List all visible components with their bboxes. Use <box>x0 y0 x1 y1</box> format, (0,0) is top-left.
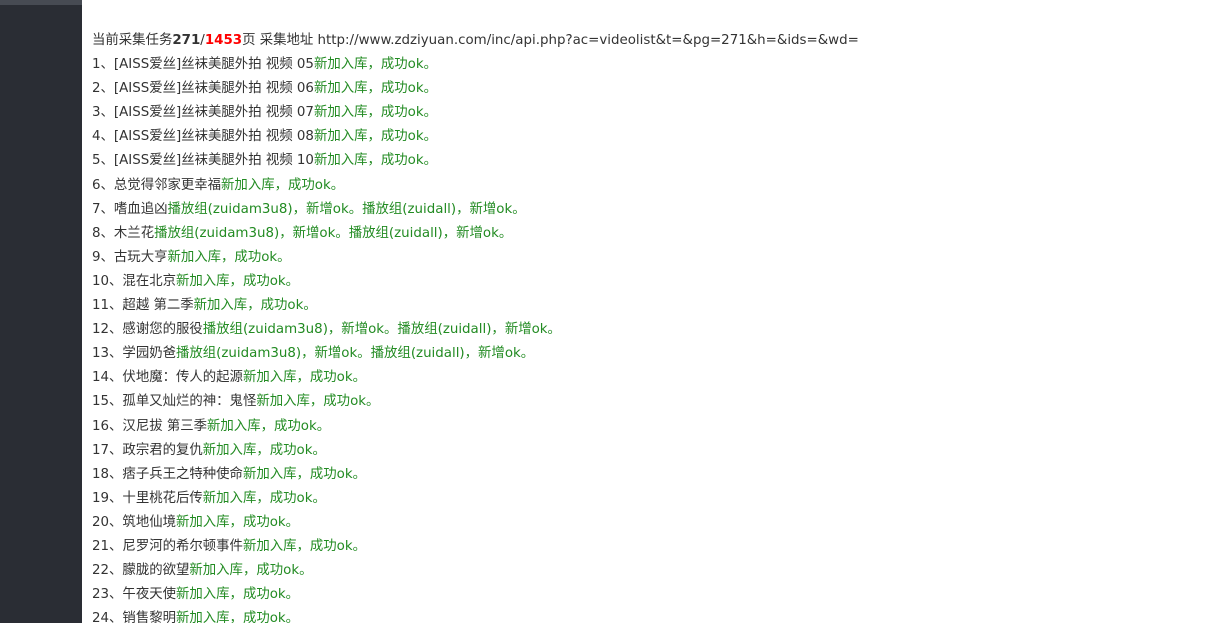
log-item: 7、嗜血追凶播放组(zuidam3u8)，新增ok。播放组(zuidall)，新… <box>92 198 1213 222</box>
log-item-status: 播放组(zuidam3u8)，新增ok。播放组(zuidall)，新增ok。 <box>154 225 513 241</box>
log-item-status: 新加入库，成功ok。 <box>193 298 317 314</box>
log-item-title: 22、朦胧的欲望 <box>92 563 190 579</box>
log-item-status: 新加入库，成功ok。 <box>313 129 438 145</box>
log-item-title: 19、十里桃花后传 <box>92 490 203 506</box>
collection-page: 当前采集任务271/1453页 采集地址 http://www.zdziyuan… <box>0 0 1213 623</box>
log-item-title: 17、政宗君的复仇 <box>92 442 203 458</box>
log-item-status: 新加入库，成功ok。 <box>221 177 345 193</box>
status-prefix: 当前采集任务 <box>92 33 173 48</box>
log-item-status: 新加入库，成功ok。 <box>242 466 367 482</box>
log-item-title: 4、[AISS爱丝]丝袜美腿外拍 视频 08 <box>92 129 314 145</box>
log-item: 9、古玩大亨新加入库，成功ok。 <box>92 246 1213 270</box>
log-item: 4、[AISS爱丝]丝袜美腿外拍 视频 08新加入库，成功ok。 <box>92 125 1213 149</box>
log-item-status: 新加入库，成功ok。 <box>176 587 300 603</box>
log-item: 3、[AISS爱丝]丝袜美腿外拍 视频 07新加入库，成功ok。 <box>92 101 1213 125</box>
log-item-status: 新加入库，成功ok。 <box>313 105 438 121</box>
log-item: 10、混在北京新加入库，成功ok。 <box>92 270 1213 294</box>
total-page-count: 1453 <box>204 33 243 48</box>
log-item-title: 16、汉尼拔 第三季 <box>92 418 208 434</box>
log-item-status: 新加入库，成功ok。 <box>202 490 326 506</box>
log-item-status: 新加入库，成功ok。 <box>313 57 438 73</box>
log-item: 15、孤单又灿烂的神：鬼怪新加入库，成功ok。 <box>92 390 1213 414</box>
log-item: 8、木兰花播放组(zuidam3u8)，新增ok。播放组(zuidall)，新增… <box>92 222 1213 246</box>
log-item-title: 11、超越 第二季 <box>92 298 194 314</box>
log-item-status: 新加入库，成功ok。 <box>313 81 438 97</box>
log-item-status: 新加入库，成功ok。 <box>207 418 331 434</box>
collection-url-text: 页 采集地址 http://www.zdziyuan.com/inc/api.p… <box>242 33 859 48</box>
log-item-title: 12、感谢您的服役 <box>92 322 203 338</box>
log-list: 1、[AISS爱丝]丝袜美腿外拍 视频 05新加入库，成功ok。 2、[AISS爱… <box>92 53 1213 623</box>
log-item: 18、痞子兵王之特种使命新加入库，成功ok。 <box>92 463 1213 487</box>
log-item-title: 24、销售黎明 <box>92 611 176 623</box>
log-item: 14、伏地魔：传人的起源新加入库，成功ok。 <box>92 366 1213 390</box>
log-item-status: 新加入库，成功ok。 <box>202 442 326 458</box>
log-item-status: 新加入库，成功ok。 <box>176 273 300 289</box>
log-item: 24、销售黎明新加入库，成功ok。 <box>92 607 1213 623</box>
log-item: 6、总觉得邻家更幸福新加入库，成功ok。 <box>92 174 1213 198</box>
log-item-title: 9、古玩大亨 <box>92 249 168 265</box>
log-item-title: 15、孤单又灿烂的神：鬼怪 <box>92 394 257 410</box>
log-item: 2、[AISS爱丝]丝袜美腿外拍 视频 06新加入库，成功ok。 <box>92 77 1213 101</box>
log-item: 23、午夜天使新加入库，成功ok。 <box>92 583 1213 607</box>
log-item-status: 新加入库，成功ok。 <box>167 249 291 265</box>
log-item-status: 新加入库，成功ok。 <box>256 394 380 410</box>
log-item-title: 8、木兰花 <box>92 225 155 241</box>
log-item-status: 播放组(zuidam3u8)，新增ok。播放组(zuidall)，新增ok。 <box>202 322 561 338</box>
log-item-status: 播放组(zuidam3u8)，新增ok。播放组(zuidall)，新增ok。 <box>167 201 526 217</box>
sidebar-top-strip <box>0 0 82 5</box>
log-item: 11、超越 第二季新加入库，成功ok。 <box>92 294 1213 318</box>
log-item: 13、学园奶爸播放组(zuidam3u8)，新增ok。播放组(zuidall)，… <box>92 342 1213 366</box>
log-item-status: 新加入库，成功ok。 <box>176 514 300 530</box>
log-item: 20、筑地仙境新加入库，成功ok。 <box>92 511 1213 535</box>
log-item: 1、[AISS爱丝]丝袜美腿外拍 视频 05新加入库，成功ok。 <box>92 53 1213 77</box>
log-item-title: 7、嗜血追凶 <box>92 201 168 217</box>
log-item-status: 新加入库，成功ok。 <box>189 563 313 579</box>
collection-status-line: 当前采集任务271/1453页 采集地址 http://www.zdziyuan… <box>92 29 1213 53</box>
log-item-title: 2、[AISS爱丝]丝袜美腿外拍 视频 06 <box>92 81 314 97</box>
log-item-title: 6、总觉得邻家更幸福 <box>92 177 222 193</box>
log-item-title: 14、伏地魔：传人的起源 <box>92 370 243 386</box>
log-item: 16、汉尼拔 第三季新加入库，成功ok。 <box>92 415 1213 439</box>
log-item: 19、十里桃花后传新加入库，成功ok。 <box>92 487 1213 511</box>
log-item-status: 新加入库，成功ok。 <box>176 611 300 623</box>
log-item-title: 3、[AISS爱丝]丝袜美腿外拍 视频 07 <box>92 105 314 121</box>
log-item-status: 新加入库，成功ok。 <box>242 370 367 386</box>
log-item-title: 5、[AISS爱丝]丝袜美腿外拍 视频 10 <box>92 153 314 169</box>
log-item: 12、感谢您的服役播放组(zuidam3u8)，新增ok。播放组(zuidall… <box>92 318 1213 342</box>
log-item: 22、朦胧的欲望新加入库，成功ok。 <box>92 559 1213 583</box>
log-item-title: 20、筑地仙境 <box>92 514 176 530</box>
log-item-title: 23、午夜天使 <box>92 587 176 603</box>
collection-log: 当前采集任务271/1453页 采集地址 http://www.zdziyuan… <box>92 29 1213 623</box>
log-item-title: 21、尼罗河的希尔顿事件 <box>92 538 243 554</box>
current-page-number: 271 <box>172 33 201 48</box>
log-item: 21、尼罗河的希尔顿事件新加入库，成功ok。 <box>92 535 1213 559</box>
log-item-title: 1、[AISS爱丝]丝袜美腿外拍 视频 05 <box>92 57 314 73</box>
log-item-title: 18、痞子兵王之特种使命 <box>92 466 243 482</box>
left-sidebar <box>0 0 82 623</box>
log-item-status: 播放组(zuidam3u8)，新增ok。播放组(zuidall)，新增ok。 <box>176 346 535 362</box>
log-item: 5、[AISS爱丝]丝袜美腿外拍 视频 10新加入库，成功ok。 <box>92 149 1213 173</box>
log-item-title: 13、学园奶爸 <box>92 346 176 362</box>
log-item-status: 新加入库，成功ok。 <box>242 538 367 554</box>
log-item-title: 10、混在北京 <box>92 273 176 289</box>
log-item-status: 新加入库，成功ok。 <box>313 153 438 169</box>
log-item: 17、政宗君的复仇新加入库，成功ok。 <box>92 439 1213 463</box>
